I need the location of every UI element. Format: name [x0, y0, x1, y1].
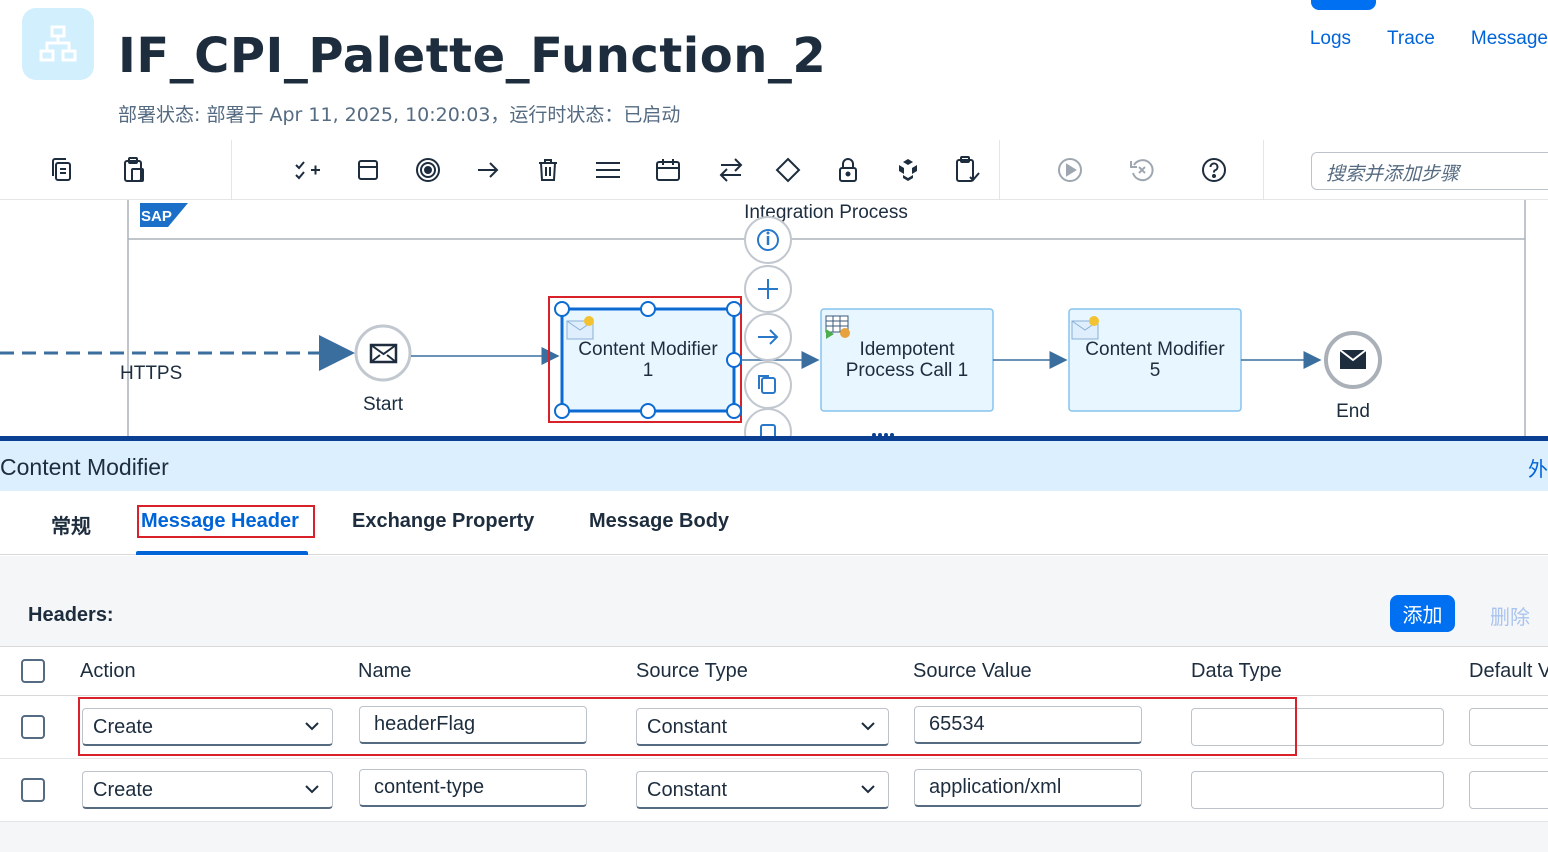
logs-link[interactable]: Logs — [1310, 28, 1351, 50]
properties-tabs: 常规 Message Header Exchange Property Mess… — [0, 491, 1548, 555]
help-icon[interactable] — [1198, 154, 1230, 186]
menu-icon[interactable] — [592, 154, 624, 186]
paste-icon[interactable] — [118, 154, 150, 186]
sap-logo-icon: SAP — [140, 203, 188, 227]
clipboard-check-icon[interactable] — [952, 154, 984, 186]
table-header-row: Action Name Source Type Source Value Dat… — [0, 646, 1548, 696]
tab-exchange-property[interactable]: Exchange Property — [352, 510, 534, 533]
col-name: Name — [358, 660, 412, 682]
col-data-type: Data Type — [1191, 660, 1282, 682]
table-row: Create headerFlag Constant 65534 — [0, 696, 1548, 759]
swap-icon[interactable] — [715, 154, 747, 186]
message-link[interactable]: Message — [1471, 28, 1548, 50]
header-links: Logs Trace Message — [1310, 28, 1548, 50]
action-value: Create — [93, 716, 154, 738]
step-2-line2: Process Call 1 — [846, 360, 969, 381]
top-tab-indicator — [1311, 0, 1376, 10]
action-select[interactable]: Create — [82, 708, 333, 746]
col-action: Action — [80, 660, 136, 682]
headers-table: Action Name Source Type Source Value Dat… — [0, 646, 1548, 822]
data-type-input[interactable] — [1191, 708, 1444, 746]
row-checkbox[interactable] — [21, 715, 45, 739]
header-name-input[interactable]: content-type — [359, 769, 587, 807]
default-input[interactable] — [1469, 771, 1548, 809]
chevron-down-icon — [861, 722, 875, 731]
properties-panel-header: Content Modifier 外 — [0, 441, 1548, 491]
idempotent-process-call-step: Idempotent Process Call 1 — [820, 308, 994, 412]
action-select[interactable]: Create — [82, 771, 333, 809]
active-tab-underline — [136, 551, 308, 555]
source-type-value: Constant — [647, 779, 728, 801]
row-checkbox[interactable] — [21, 778, 45, 802]
reset-icon[interactable] — [1126, 154, 1158, 186]
start-label: Start — [363, 394, 404, 415]
delete-icon[interactable] — [532, 154, 564, 186]
content-modifier-5-step: Content Modifier 5 — [1068, 308, 1242, 412]
add-button[interactable]: 添加 — [1390, 595, 1455, 632]
sap-logo-text: SAP — [141, 208, 172, 225]
chevron-down-icon — [305, 722, 319, 731]
step-1-line2: 1 — [643, 360, 654, 381]
copy-icon[interactable] — [46, 154, 78, 186]
step-3-line2: 5 — [1150, 360, 1161, 381]
panel-external-link[interactable]: 外 — [1528, 453, 1548, 482]
context-add-button — [744, 265, 792, 313]
delete-button[interactable]: 删除 — [1490, 601, 1530, 630]
package-icon[interactable] — [892, 154, 924, 186]
gateway-icon[interactable] — [772, 154, 804, 186]
step-2-line1: Idempotent — [859, 339, 955, 360]
context-copy-button — [744, 361, 792, 409]
context-info-button — [744, 216, 792, 264]
lock-icon[interactable] — [832, 154, 864, 186]
arrow-right-icon[interactable] — [472, 154, 504, 186]
headers-section: Headers: 添加 删除 Action Name Source Type S… — [0, 556, 1548, 852]
integration-flow-icon — [22, 8, 94, 80]
header-name-input[interactable]: headerFlag — [359, 706, 587, 744]
source-value-input[interactable]: application/xml — [914, 769, 1142, 807]
simulate-icon[interactable] — [1054, 154, 1086, 186]
step-3-line1: Content Modifier — [1085, 339, 1225, 360]
deploy-status: 部署状态: 部署于 Apr 11, 2025, 10:20:03，运行时状态：已… — [118, 104, 681, 126]
default-input[interactable] — [1469, 708, 1548, 746]
headers-label: Headers: — [28, 604, 114, 626]
trace-link[interactable]: Trace — [1387, 28, 1435, 50]
target-icon[interactable] — [412, 154, 444, 186]
tab-general[interactable]: 常规 — [51, 510, 91, 539]
chevron-down-icon — [861, 785, 875, 794]
action-value: Create — [93, 779, 154, 801]
col-source-type: Source Type — [636, 660, 748, 682]
calendar-icon[interactable] — [652, 154, 684, 186]
step-search-input[interactable]: 搜索并添加步骤 — [1311, 152, 1548, 190]
editor-toolbar: 搜索并添加步骤 — [0, 140, 1548, 200]
page-title: IF_CPI_Palette_Function_2 — [118, 28, 827, 84]
select-all-checkbox[interactable] — [21, 659, 45, 683]
source-type-select[interactable]: Constant — [636, 771, 889, 809]
process-canvas[interactable]: SAP Integration Process HTTPS Start Cont… — [0, 200, 1548, 436]
tab-message-body[interactable]: Message Body — [589, 510, 729, 533]
context-paste-button — [744, 408, 792, 436]
end-event — [1324, 331, 1382, 389]
step-1-line1: Content Modifier — [578, 339, 718, 360]
data-type-input[interactable] — [1191, 771, 1444, 809]
context-connect-button — [744, 313, 792, 361]
sender-channel-label: HTTPS — [120, 363, 182, 384]
chevron-down-icon — [305, 785, 319, 794]
start-event — [354, 324, 412, 382]
content-modifier-1-step: Content Modifier 1 — [554, 301, 742, 419]
col-source-value: Source Value — [913, 660, 1032, 682]
table-row: Create content-type Constant application… — [0, 759, 1548, 822]
add-step-icon[interactable] — [292, 154, 324, 186]
source-value-input[interactable]: 65534 — [914, 706, 1142, 744]
source-type-value: Constant — [647, 716, 728, 738]
active-tab-highlight — [137, 505, 315, 538]
col-default: Default V — [1469, 660, 1548, 682]
source-type-select[interactable]: Constant — [636, 708, 889, 746]
panel-title: Content Modifier — [0, 454, 169, 480]
participant-icon[interactable] — [352, 154, 384, 186]
end-label: End — [1336, 401, 1370, 422]
